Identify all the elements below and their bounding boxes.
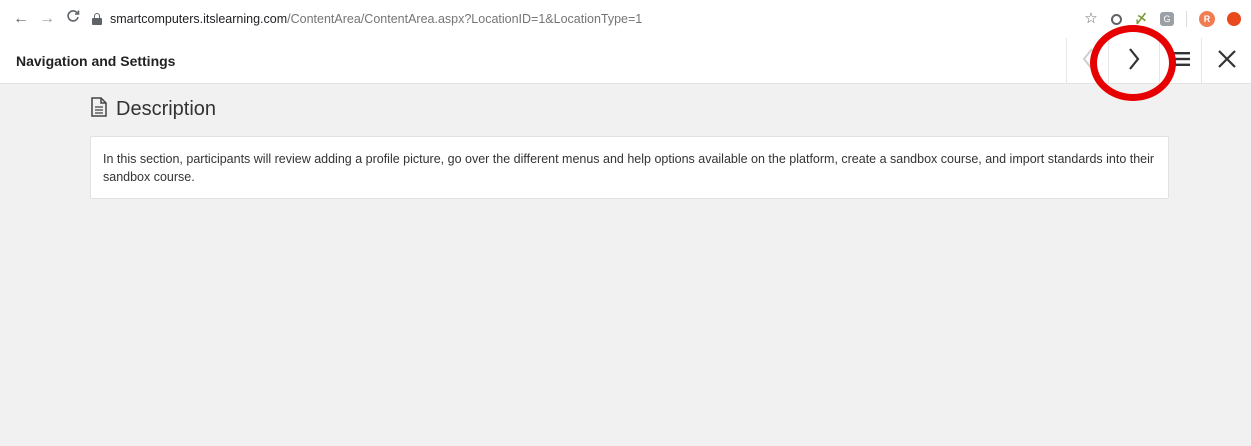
extension-area: ☆ 〆 G R: [1071, 8, 1241, 30]
extension-circle-icon[interactable]: [1111, 13, 1122, 25]
chevron-left-icon: [1081, 47, 1095, 76]
lock-icon: [92, 13, 102, 25]
app-header: Navigation and Settings: [0, 38, 1251, 84]
description-text: In this section, participants will revie…: [103, 152, 1155, 184]
section-heading: Description: [90, 97, 216, 122]
document-icon: [90, 97, 108, 122]
next-button[interactable]: [1108, 38, 1160, 84]
close-icon: [1217, 49, 1236, 73]
back-arrow-icon[interactable]: ←: [10, 8, 32, 30]
chevron-right-icon: [1127, 47, 1141, 76]
previous-button[interactable]: [1066, 38, 1108, 84]
toolbar-divider: [1186, 11, 1187, 27]
forward-arrow-icon[interactable]: →: [36, 8, 58, 30]
address-bar[interactable]: smartcomputers.itslearning.com/ContentAr…: [92, 8, 1242, 30]
extension-g-icon[interactable]: G: [1160, 12, 1174, 26]
reload-icon[interactable]: [62, 8, 84, 30]
hamburger-icon: [1171, 51, 1190, 71]
bookmark-star-icon[interactable]: ☆: [1083, 11, 1099, 26]
url-path: /ContentArea/ContentArea.aspx?LocationID…: [287, 12, 643, 26]
profile-avatar[interactable]: R: [1199, 11, 1215, 27]
extension-feather-icon[interactable]: 〆: [1134, 12, 1148, 26]
close-button[interactable]: [1202, 38, 1251, 84]
extension-red-icon[interactable]: [1227, 12, 1241, 26]
page-title: Navigation and Settings: [16, 53, 176, 69]
description-card: In this section, participants will revie…: [90, 136, 1169, 199]
section-title: Description: [116, 98, 217, 120]
browser-toolbar: ← → smartcomputers.itslearning.com/Conte…: [0, 0, 1251, 38]
url-host: smartcomputers.itslearning.com: [110, 12, 288, 26]
menu-button[interactable]: [1160, 38, 1202, 84]
